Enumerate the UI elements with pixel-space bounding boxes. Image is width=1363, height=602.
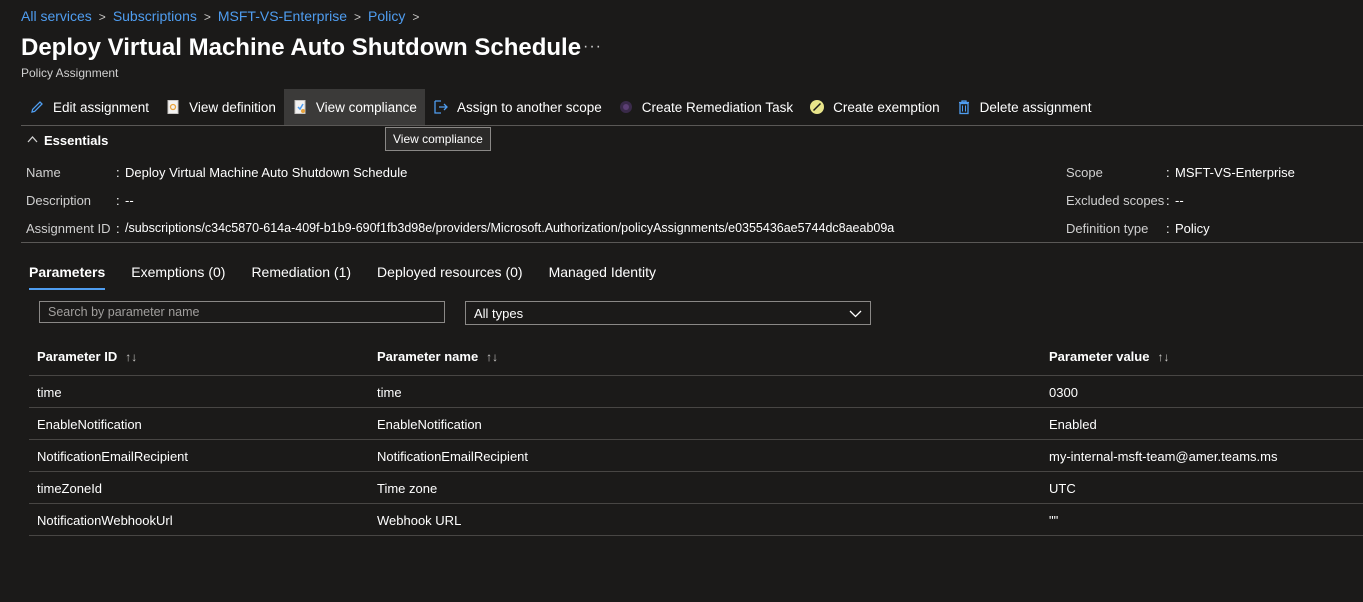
create-exemption-label: Create exemption [833,99,940,115]
create-remediation-label: Create Remediation Task [641,99,794,115]
type-filter-dropdown[interactable]: All types [465,301,871,325]
header-divider [29,375,1363,376]
pencil-icon [29,99,45,115]
assignment-id-colon: : [116,221,120,236]
table-cell-id: timeZoneId [37,481,103,496]
column-header-label: Parameter value [1049,349,1150,364]
view-definition-button[interactable]: View definition [157,89,284,125]
scope-colon: : [1166,165,1170,180]
tab-deployed-resources[interactable]: Deployed resources (0) [377,264,523,290]
row-divider [29,439,1363,440]
table-cell-name: Time zone [377,481,438,496]
sort-icon: ↑↓ [125,349,138,364]
definition-type-colon: : [1166,221,1170,236]
delete-assignment-label: Delete assignment [979,99,1092,115]
description-label: Description [26,193,92,208]
view-definition-label: View definition [189,99,276,115]
description-colon: : [116,193,120,208]
assignment-id-label: Assignment ID [26,221,111,236]
table-cell-name: NotificationEmailRecipient [377,449,529,464]
column-header-label: Parameter name [377,349,479,364]
column-header-parameter-id[interactable]: Parameter ID ↑↓ [37,349,137,364]
sort-icon: ↑↓ [1157,349,1170,364]
create-exemption-button[interactable]: Create exemption [801,89,948,125]
breadcrumb-all-services[interactable]: All services [21,8,92,24]
assignment-id-value: /subscriptions/c34c5870-614a-409f-b1b9-6… [125,221,895,235]
table-cell-value: UTC [1049,481,1076,496]
page-title: Deploy Virtual Machine Auto Shutdown Sch… [21,34,582,61]
type-filter-value: All types [474,305,524,321]
scope-value: MSFT-VS-Enterprise [1175,165,1295,180]
excluded-scopes-value: -- [1175,193,1184,208]
essentials-toggle[interactable]: Essentials [27,133,108,148]
name-colon: : [116,165,120,180]
column-header-label: Parameter ID [37,349,118,364]
view-compliance-button[interactable]: View compliance [283,89,425,125]
tab-remediation[interactable]: Remediation (1) [251,264,351,290]
breadcrumb: All services > Subscriptions > MSFT-VS-Enter… [21,8,426,24]
create-remediation-button[interactable]: Create Remediation Task [610,89,801,125]
chevron-up-icon [27,135,38,146]
chevron-right-icon: > [98,10,106,24]
row-divider [29,471,1363,472]
table-cell-id: NotificationEmailRecipient [37,449,189,464]
row-divider [29,535,1363,536]
table-cell-id: time [37,385,62,400]
table-cell-name: Webhook URL [377,513,462,528]
tab-managed-identity[interactable]: Managed Identity [549,264,656,290]
remediation-icon [618,99,634,115]
page-subtitle: Policy Assignment [21,66,119,80]
tooltip: View compliance [385,127,491,151]
search-input[interactable] [39,301,445,323]
row-divider [29,503,1363,504]
breadcrumb-subscriptions[interactable]: Subscriptions [113,8,197,24]
command-bar: Edit assignment View definition View com… [21,89,1099,125]
delete-assignment-button[interactable]: Delete assignment [948,89,1100,125]
assign-scope-label: Assign to another scope [456,99,602,115]
edit-assignment-label: Edit assignment [53,99,150,115]
table-cell-value: 0300 [1049,385,1078,400]
share-arrow-icon [433,99,449,115]
description-value: -- [125,193,134,208]
tab-exemptions[interactable]: Exemptions (0) [131,264,225,290]
table-cell-name: time [377,385,402,400]
edit-assignment-button[interactable]: Edit assignment [21,89,157,125]
document-icon [165,99,181,115]
essentials-heading: Essentials [44,133,109,148]
table-cell-id: NotificationWebhookUrl [37,513,173,528]
essentials-divider [21,242,1363,243]
more-options-button[interactable]: ··· [583,38,602,56]
breadcrumb-subscription[interactable]: MSFT-VS-Enterprise [218,8,347,24]
assign-scope-button[interactable]: Assign to another scope [425,89,610,125]
tab-bar: Parameters Exemptions (0) Remediation (1… [29,264,682,290]
table-cell-value: "" [1049,513,1059,528]
name-value: Deploy Virtual Machine Auto Shutdown Sch… [125,165,408,180]
excluded-scopes-colon: : [1166,193,1170,208]
name-label: Name [26,165,61,180]
toolbar-divider [21,125,1363,126]
definition-type-label: Definition type [1066,221,1149,236]
table-cell-value: my-internal-msft-team@amer.teams.ms [1049,449,1278,464]
definition-type-value: Policy [1175,221,1210,236]
sort-icon: ↑↓ [486,349,499,364]
table-cell-id: EnableNotification [37,417,142,432]
row-divider [29,407,1363,408]
excluded-scopes-label: Excluded scopes [1066,193,1165,208]
column-header-parameter-name[interactable]: Parameter name ↑↓ [377,349,498,364]
exemption-icon [809,99,825,115]
chevron-right-icon: > [412,10,420,24]
table-cell-value: Enabled [1049,417,1097,432]
chevron-right-icon: > [203,10,211,24]
table-cell-name: EnableNotification [377,417,482,432]
trash-icon [956,99,972,115]
chevron-down-icon [849,306,862,321]
tab-parameters[interactable]: Parameters [29,264,106,290]
column-header-parameter-value[interactable]: Parameter value ↑↓ [1049,349,1169,364]
scope-label: Scope [1066,165,1103,180]
compliance-icon [292,99,308,115]
chevron-right-icon: > [354,10,362,24]
breadcrumb-policy[interactable]: Policy [368,8,405,24]
view-compliance-label: View compliance [315,99,417,115]
